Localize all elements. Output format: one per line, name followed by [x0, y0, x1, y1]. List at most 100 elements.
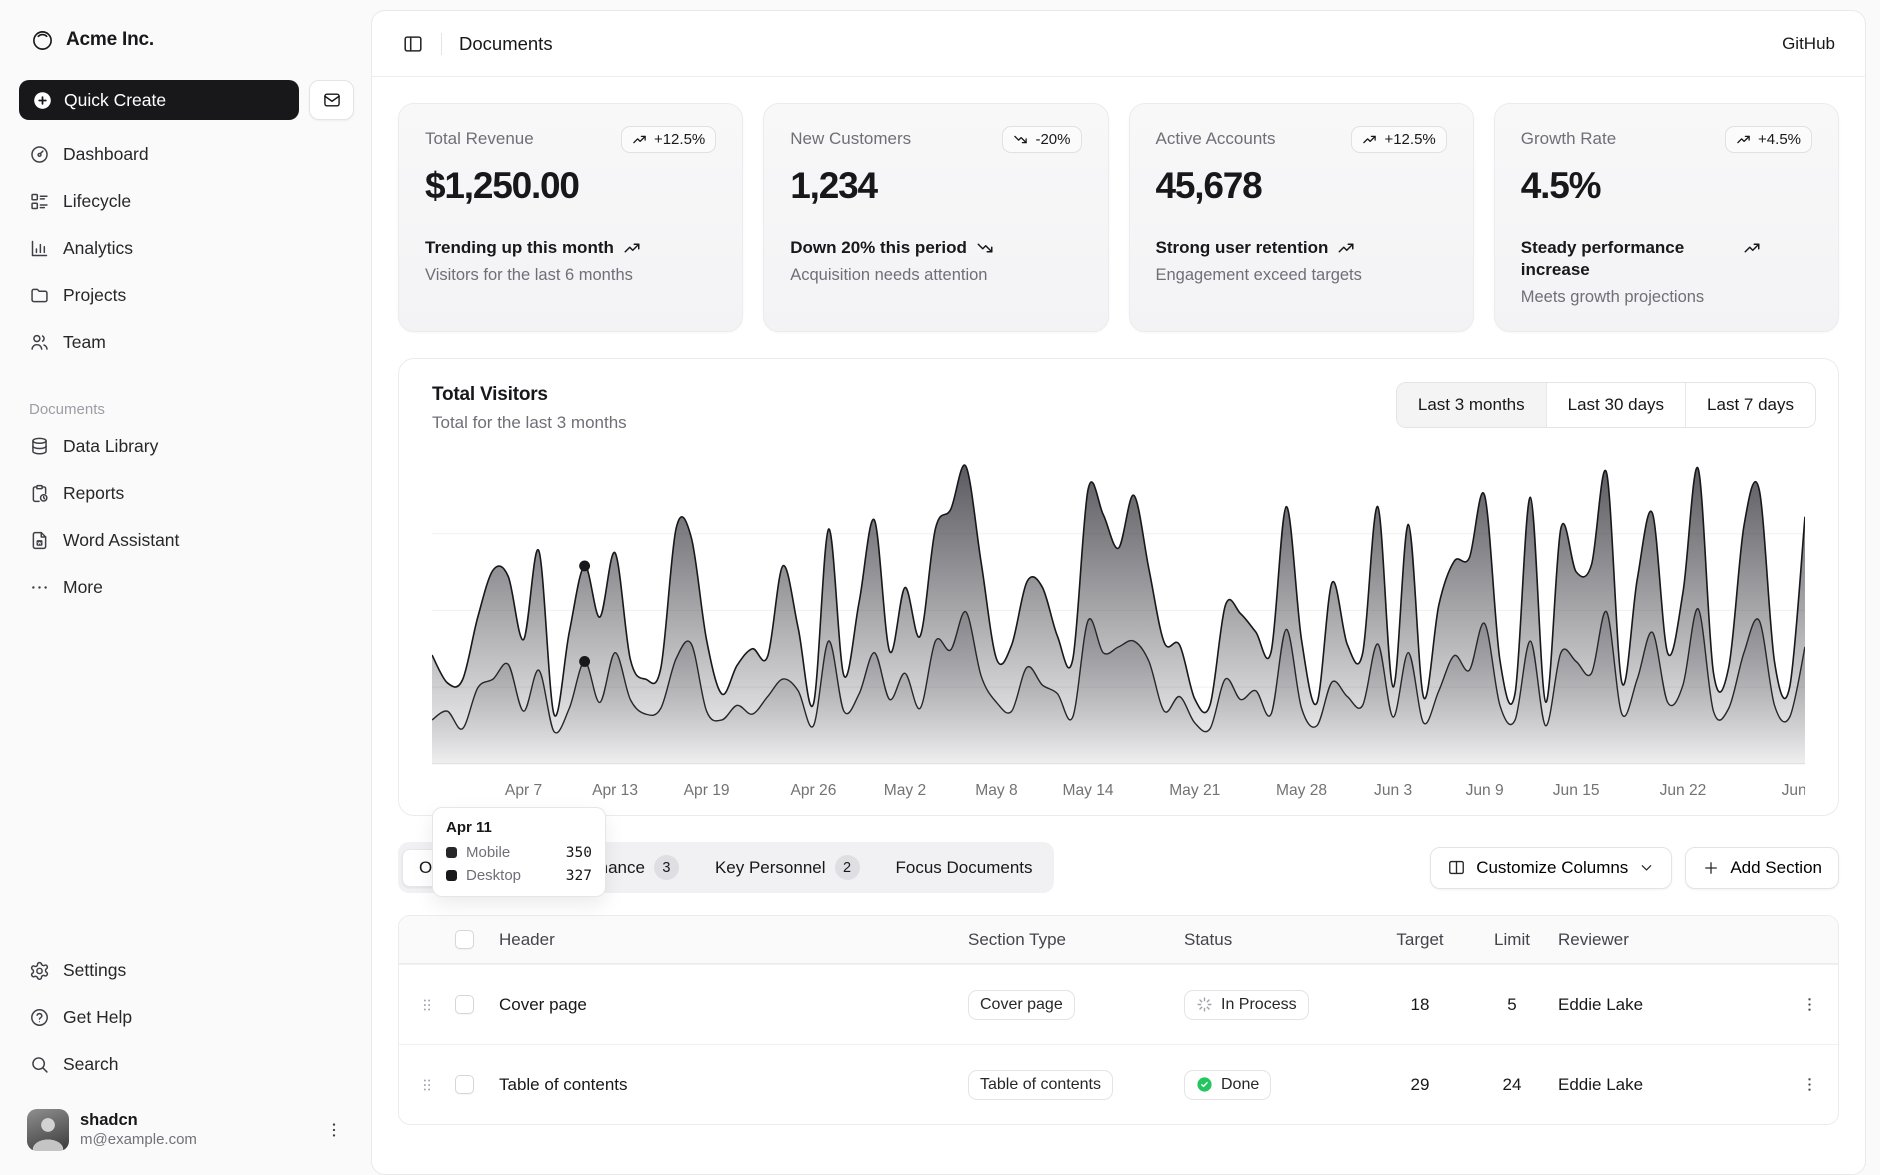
range-last-7-days[interactable]: Last 7 days: [1685, 383, 1815, 427]
sidebar-item-lifecycle[interactable]: Lifecycle: [17, 181, 354, 222]
trend-badge: +12.5%: [1351, 126, 1446, 153]
main-panel: Documents GitHub Total Revenue +12.5% $1…: [371, 10, 1866, 1175]
inbox-button[interactable]: [309, 80, 354, 120]
sidebar-item-word-assistant[interactable]: w Word Assistant: [17, 520, 354, 561]
row-actions-icon[interactable]: [1800, 995, 1819, 1014]
tab-label: Focus Documents: [896, 858, 1033, 878]
user-email: m@example.com: [80, 1131, 197, 1150]
drag-handle-icon[interactable]: [418, 996, 436, 1014]
stat-label: Active Accounts: [1156, 126, 1276, 149]
sidebar-item-more[interactable]: More: [17, 567, 354, 608]
tab-label: Key Personnel: [715, 858, 826, 878]
stat-card-new-customers: New Customers -20% 1,234 Down 20% this p…: [763, 103, 1108, 332]
desktop-swatch: [446, 870, 457, 881]
sidebar-item-dashboard[interactable]: Dashboard: [17, 134, 354, 175]
tab-count-badge: 2: [835, 855, 860, 880]
report-icon: [29, 483, 50, 504]
columns-icon: [1447, 858, 1466, 877]
trend-badge-value: +12.5%: [1384, 131, 1435, 148]
chart-tooltip: Apr 11 Mobile 350 Desktop 327: [432, 807, 606, 897]
tab-focus-documents[interactable]: Focus Documents: [879, 849, 1050, 887]
stat-label: Growth Rate: [1521, 126, 1616, 149]
row-header-cell[interactable]: Cover page: [499, 995, 968, 1015]
users-icon: [29, 332, 50, 353]
sidebar-item-projects[interactable]: Projects: [17, 275, 354, 316]
stat-value: $1,250.00: [425, 165, 716, 207]
trend-badge: -20%: [1002, 126, 1081, 153]
status-label: In Process: [1221, 996, 1297, 1014]
sidebar-item-analytics[interactable]: Analytics: [17, 228, 354, 269]
github-link[interactable]: GitHub: [1782, 34, 1835, 54]
row-header-cell[interactable]: Table of contents: [499, 1075, 968, 1095]
header-divider: [441, 33, 442, 55]
status-icon: [1196, 996, 1213, 1013]
sidebar-item-search[interactable]: Search: [17, 1044, 354, 1085]
svg-text:May 8: May 8: [975, 782, 1017, 799]
trend-icon: [1013, 132, 1028, 147]
reviewer-cell[interactable]: Eddie Lake: [1558, 995, 1780, 1015]
sidebar-item-label: Get Help: [63, 1007, 132, 1028]
row-checkbox[interactable]: [455, 995, 474, 1014]
stat-line1: Steady performance increase: [1521, 237, 1734, 281]
sidebar-item-team[interactable]: Team: [17, 322, 354, 363]
row-actions-icon[interactable]: [1800, 1075, 1819, 1094]
trend-badge-value: +4.5%: [1758, 131, 1801, 148]
visitors-chart-card: Total Visitors Total for the last 3 mont…: [398, 358, 1839, 816]
add-section-button[interactable]: Add Section: [1685, 847, 1839, 889]
sidebar-item-label: Data Library: [63, 436, 158, 457]
status-badge: Done: [1184, 1070, 1271, 1100]
brand[interactable]: Acme Inc.: [0, 14, 371, 60]
mail-icon: [322, 90, 342, 110]
sidebar-item-get-help[interactable]: Get Help: [17, 997, 354, 1038]
column-header: Header: [499, 930, 968, 950]
trend-icon: [1337, 237, 1355, 257]
tooltip-series-name: Desktop: [466, 867, 521, 884]
sidebar-item-label: More: [63, 577, 103, 598]
select-all-checkbox[interactable]: [455, 930, 474, 949]
svg-text:Jun 30: Jun 30: [1782, 782, 1805, 799]
gear-icon: [29, 960, 50, 981]
sidebar-item-data-library[interactable]: Data Library: [17, 426, 354, 467]
customize-columns-label: Customize Columns: [1476, 858, 1628, 878]
bar-chart-icon: [29, 238, 50, 259]
customize-columns-button[interactable]: Customize Columns: [1430, 847, 1672, 889]
sidebar-item-label: Lifecycle: [63, 191, 131, 212]
trend-badge: +12.5%: [621, 126, 716, 153]
trend-icon: [1743, 237, 1761, 257]
visitors-area-chart[interactable]: Apr 7Apr 13Apr 19Apr 26May 2May 8May 14M…: [432, 457, 1805, 807]
column-header: Status: [1184, 930, 1374, 950]
tab-key-personnel[interactable]: Key Personnel 2: [698, 846, 877, 889]
sidebar: Acme Inc. Quick Create Dashboard Lifecyc…: [0, 0, 371, 1175]
quick-create-button[interactable]: Quick Create: [19, 80, 299, 120]
limit-cell[interactable]: 24: [1503, 1075, 1522, 1095]
range-last-3-months[interactable]: Last 3 months: [1397, 383, 1546, 427]
column-header: Limit: [1494, 930, 1530, 950]
sidebar-item-label: Word Assistant: [63, 530, 179, 551]
status-badge: In Process: [1184, 990, 1309, 1020]
row-checkbox[interactable]: [455, 1075, 474, 1094]
drag-handle-icon[interactable]: [418, 1076, 436, 1094]
plus-circle-icon: [32, 90, 53, 111]
target-cell[interactable]: 18: [1411, 995, 1430, 1015]
footer-nav: Settings Get Help Search: [0, 950, 371, 1085]
column-header: Target: [1396, 930, 1443, 950]
search-icon: [29, 1054, 50, 1075]
range-last-30-days[interactable]: Last 30 days: [1546, 383, 1685, 427]
stat-line2: Meets growth projections: [1521, 288, 1812, 307]
reviewer-cell[interactable]: Eddie Lake: [1558, 1075, 1780, 1095]
target-cell[interactable]: 29: [1411, 1075, 1430, 1095]
page-title: Documents: [459, 33, 553, 55]
main-nav: Dashboard Lifecycle Analytics Projects T…: [0, 134, 371, 363]
user-menu[interactable]: shadcn m@example.com: [17, 1101, 354, 1159]
table-header-row: Header Section Type Status Target Limit …: [399, 916, 1838, 964]
trend-icon: [1736, 132, 1751, 147]
sidebar-item-settings[interactable]: Settings: [17, 950, 354, 991]
dots-vertical-icon[interactable]: [324, 1120, 344, 1140]
stat-line2: Visitors for the last 6 months: [425, 266, 716, 285]
page-header: Documents GitHub: [372, 11, 1865, 77]
sidebar-section-documents: Documents: [0, 401, 371, 418]
sidebar-toggle-button[interactable]: [402, 33, 424, 55]
sidebar-item-reports[interactable]: Reports: [17, 473, 354, 514]
limit-cell[interactable]: 5: [1507, 995, 1516, 1015]
section-type-badge: Cover page: [968, 990, 1075, 1020]
